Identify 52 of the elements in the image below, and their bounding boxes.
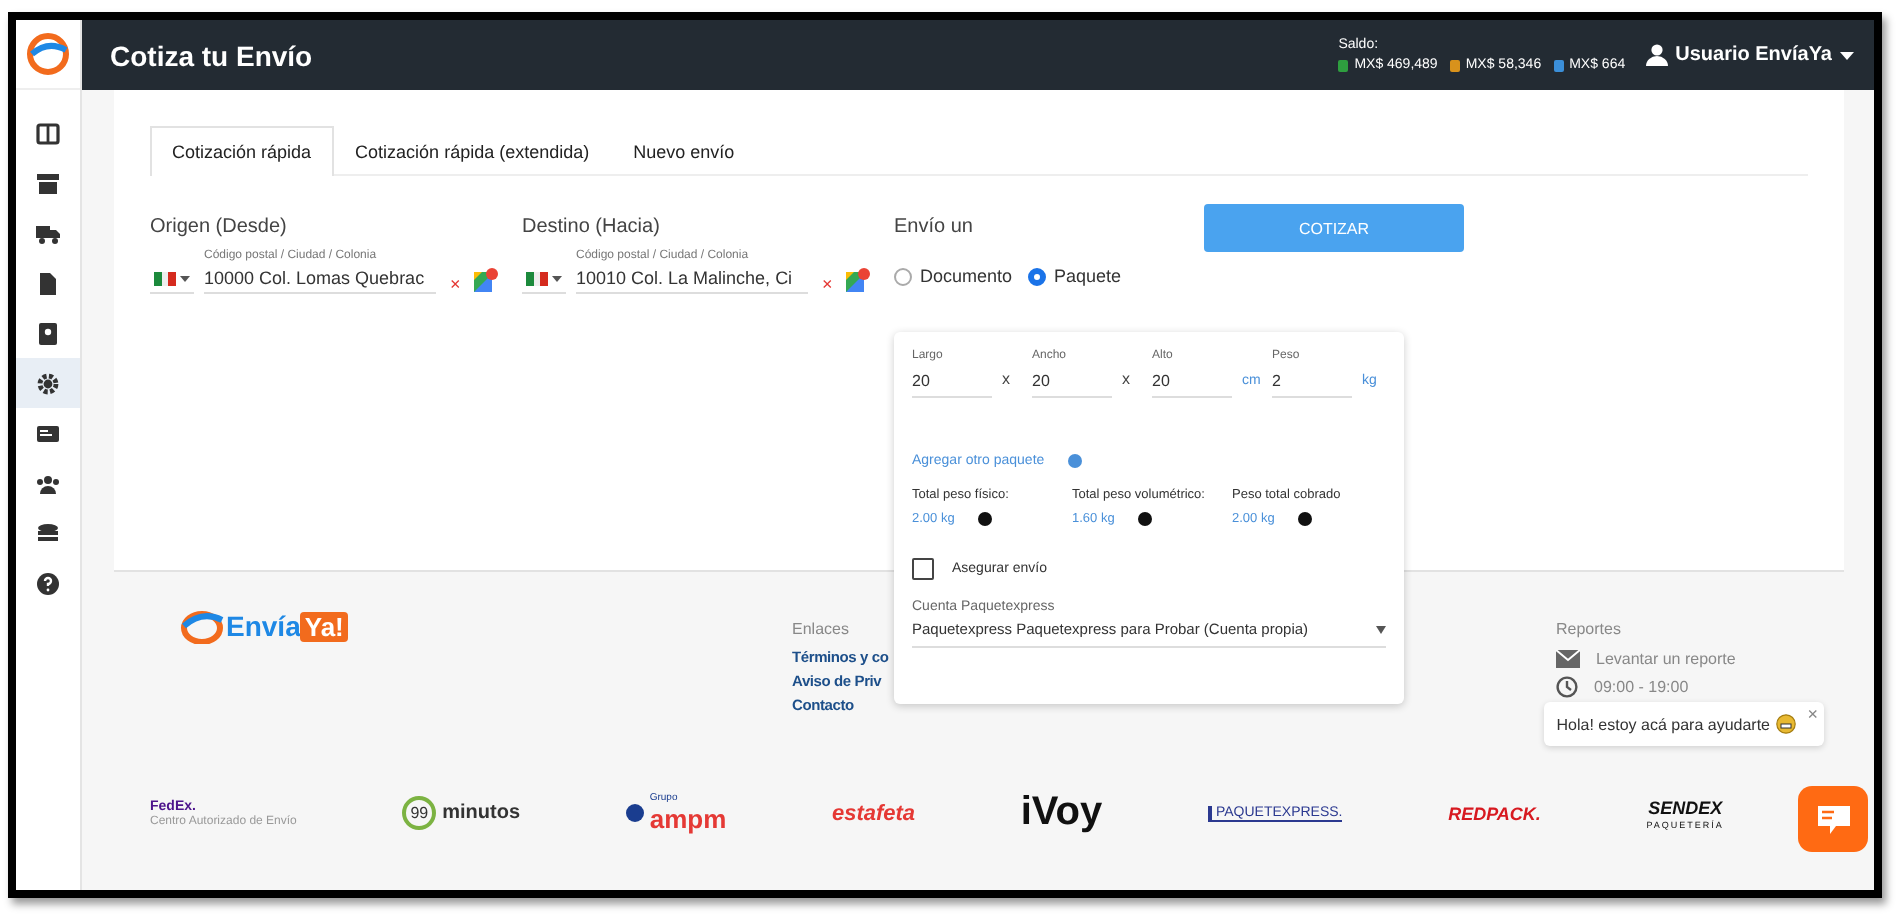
chat-message: Hola! estoy acá para ayudarte	[1556, 715, 1770, 733]
map-icon[interactable]	[474, 268, 499, 294]
layout-icon	[36, 121, 60, 145]
links-heading: Enlaces	[792, 620, 849, 638]
carrier-logo: REDPACK.	[1448, 803, 1541, 823]
chat-icon	[1815, 803, 1851, 835]
truck-icon	[36, 221, 60, 245]
contact-book-icon	[36, 321, 60, 345]
section-title: Destino (Hacia)	[522, 216, 662, 238]
unit-label: x	[1002, 370, 1010, 388]
id-card-icon	[36, 421, 60, 445]
flag-icon	[154, 272, 176, 286]
page-title: Cotiza tu Envío	[110, 39, 315, 71]
clock-icon	[1556, 676, 1578, 698]
country-select[interactable]	[522, 266, 566, 294]
reports-heading: Reportes	[1556, 620, 1621, 638]
radio-option[interactable]: Documento	[894, 266, 1013, 286]
carrier-logo: 99 minutos	[402, 796, 521, 830]
chat-button[interactable]	[1798, 786, 1868, 852]
users-icon	[36, 471, 60, 495]
tab[interactable]: Nuevo envío	[611, 126, 757, 176]
settings-icon	[36, 371, 60, 395]
section-title: Origen (Desde)	[150, 216, 289, 238]
user-icon	[1645, 44, 1668, 66]
grin-icon	[1776, 714, 1796, 734]
tab[interactable]: Cotización rápida	[150, 126, 334, 176]
carrier-logo: iVoy	[1020, 790, 1103, 836]
carrier-logo: estafeta	[831, 801, 916, 825]
country-select[interactable]	[150, 266, 194, 294]
close-button[interactable]: ×	[1807, 704, 1818, 724]
coins-icon	[36, 521, 60, 545]
clear-button[interactable]: ×	[446, 274, 465, 294]
unit-label: x	[1122, 370, 1130, 388]
brand-logo: EnvíaYa!	[180, 608, 792, 644]
report-text: Levantar un reporte	[1596, 650, 1736, 668]
caret-icon	[180, 276, 190, 282]
section-title: Envío un	[894, 216, 975, 238]
clear-button[interactable]: ×	[818, 274, 837, 294]
radio-option[interactable]: Paquete	[1028, 266, 1122, 286]
sidebar-item[interactable]	[16, 358, 80, 408]
caret-icon	[1376, 625, 1386, 633]
user-menu[interactable]: Usuario EnvíaYa	[1645, 44, 1854, 66]
report-text: 09:00 - 19:00	[1594, 678, 1689, 696]
flag-icon	[526, 272, 548, 286]
map-icon[interactable]	[846, 268, 871, 294]
archive-icon	[36, 171, 60, 195]
caret-icon	[552, 276, 562, 282]
caret-icon	[1840, 51, 1854, 59]
logo-icon[interactable]	[26, 32, 70, 76]
mail-icon	[1556, 650, 1580, 668]
document-icon	[36, 271, 60, 295]
tab[interactable]: Cotización rápida (extendida)	[333, 126, 612, 176]
